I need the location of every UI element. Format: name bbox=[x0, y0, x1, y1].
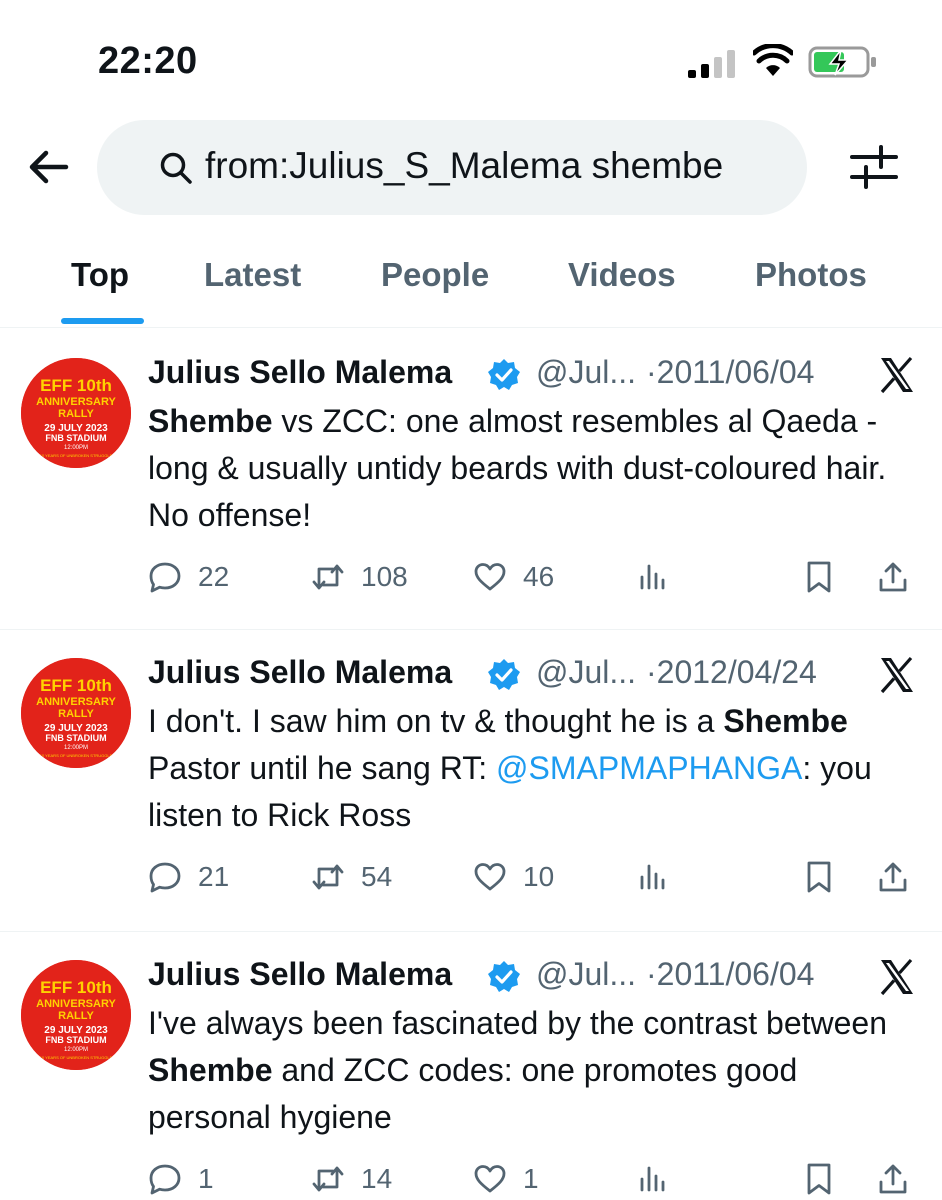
tweet-text-part: Pastor until he sang RT: bbox=[148, 750, 497, 786]
analytics-icon bbox=[640, 864, 665, 890]
share-icon bbox=[879, 1164, 907, 1194]
retweet-count: 14 bbox=[361, 1163, 393, 1194]
share-icon bbox=[879, 562, 907, 592]
avatar-text: ANNIVERSARY bbox=[36, 696, 116, 708]
avatar[interactable]: EFF 10th ANNIVERSARY RALLY 29 JULY 2023 … bbox=[21, 960, 131, 1070]
avatar-text: FNB STADIUM bbox=[45, 433, 106, 443]
tweet-date[interactable]: ·2011/06/04 bbox=[646, 956, 814, 993]
status-bar: 22:20 bbox=[0, 0, 942, 120]
retweet-count: 54 bbox=[361, 861, 393, 892]
heart-icon bbox=[474, 1165, 506, 1193]
avatar-text: EFF 10th bbox=[40, 978, 112, 997]
author-handle[interactable]: @Jul... bbox=[536, 354, 636, 391]
x-logo-icon bbox=[880, 656, 913, 694]
analytics-icon bbox=[640, 564, 665, 590]
tweet-text: I don't. I saw him on tv & thought he is… bbox=[148, 698, 918, 839]
highlight-term: Shembe bbox=[723, 703, 848, 739]
verified-badge-icon bbox=[488, 359, 520, 390]
retweet-icon bbox=[312, 1166, 344, 1192]
tweet-actions: 21 54 10 bbox=[148, 858, 928, 898]
bookmark-icon bbox=[807, 561, 831, 593]
like-count: 10 bbox=[523, 861, 555, 892]
tweet-text-part: I've always been fascinated by the contr… bbox=[148, 1005, 887, 1041]
author-handle[interactable]: @Jul... bbox=[536, 956, 636, 993]
like-count: 1 bbox=[523, 1163, 539, 1194]
avatar-text: 12:00PM bbox=[64, 1047, 88, 1053]
tweet-text: I've always been fascinated by the contr… bbox=[148, 1000, 918, 1141]
wifi-icon bbox=[753, 44, 793, 76]
x-logo-icon bbox=[880, 356, 913, 394]
bookmark-icon bbox=[807, 861, 831, 893]
heart-icon bbox=[474, 563, 506, 591]
author-name[interactable]: Julius Sello Malema bbox=[148, 354, 452, 391]
filter-sliders-icon[interactable] bbox=[848, 142, 900, 192]
tweet-date[interactable]: ·2011/06/04 bbox=[646, 354, 814, 391]
avatar-text: RALLY bbox=[58, 708, 94, 720]
tab-videos[interactable]: Videos bbox=[568, 256, 676, 294]
tweet-header: Julius Sello Malema @Jul... ·2012/04/24 bbox=[148, 654, 928, 698]
tweet-date[interactable]: ·2012/04/24 bbox=[646, 654, 817, 691]
highlight-term: Shembe bbox=[148, 1052, 273, 1088]
like-count: 46 bbox=[523, 561, 555, 592]
bookmark-icon bbox=[807, 1163, 831, 1195]
verified-badge-icon bbox=[488, 659, 520, 690]
tweet-text: Shembe vs ZCC: one almost resembles al Q… bbox=[148, 398, 918, 539]
tweet[interactable]: EFF 10th ANNIVERSARY RALLY 29 JULY 2023 … bbox=[0, 630, 942, 932]
search-tabs: Top Latest People Videos Photos bbox=[0, 240, 942, 328]
reply-count: 1 bbox=[198, 1163, 214, 1194]
avatar[interactable]: EFF 10th ANNIVERSARY RALLY 29 JULY 2023 … bbox=[21, 658, 131, 768]
avatar-text: RALLY bbox=[58, 408, 94, 420]
tweet-actions: 1 14 1 bbox=[148, 1160, 928, 1200]
tab-photos[interactable]: Photos bbox=[755, 256, 867, 294]
reply-icon bbox=[149, 562, 181, 593]
mention-link[interactable]: @SMAPMAPHANGA bbox=[496, 750, 802, 786]
avatar[interactable]: EFF 10th ANNIVERSARY RALLY 29 JULY 2023 … bbox=[21, 358, 131, 468]
retweet-count: 108 bbox=[361, 561, 408, 592]
author-name[interactable]: Julius Sello Malema bbox=[148, 654, 452, 691]
tweet-header: Julius Sello Malema @Jul... ·2011/06/04 bbox=[148, 354, 928, 398]
share-icon bbox=[879, 862, 907, 892]
highlight-term: Shembe bbox=[148, 403, 273, 439]
tweet[interactable]: EFF 10th ANNIVERSARY RALLY 29 JULY 2023 … bbox=[0, 330, 942, 630]
tab-latest[interactable]: Latest bbox=[204, 256, 301, 294]
avatar-text: EFF 10th bbox=[40, 376, 112, 395]
reply-icon bbox=[149, 1164, 181, 1195]
search-query-text[interactable]: from:Julius_S_Malema shembe bbox=[205, 145, 723, 187]
avatar-text: ANNIVERSARY bbox=[36, 396, 116, 408]
tweet-text-part: I don't. I saw him on tv & thought he is… bbox=[148, 703, 724, 739]
reply-count: 22 bbox=[198, 561, 230, 592]
back-arrow-icon[interactable] bbox=[24, 142, 74, 192]
avatar-text: RALLY bbox=[58, 1010, 94, 1022]
heart-icon bbox=[474, 863, 506, 891]
avatar-text: FNB STADIUM bbox=[45, 733, 106, 743]
active-tab-indicator bbox=[61, 318, 144, 324]
tab-top[interactable]: Top bbox=[71, 256, 129, 294]
avatar-text: 10 YEARS OF UNBROKEN STRUGGLE bbox=[40, 753, 113, 758]
reply-count: 21 bbox=[198, 861, 230, 892]
avatar-text: 12:00PM bbox=[64, 445, 88, 451]
avatar-text: 12:00PM bbox=[64, 745, 88, 751]
avatar-text: FNB STADIUM bbox=[45, 1035, 106, 1045]
reply-icon bbox=[149, 862, 181, 893]
tab-people[interactable]: People bbox=[381, 256, 489, 294]
status-time: 22:20 bbox=[98, 40, 198, 82]
tweet-actions: 22 108 46 bbox=[148, 558, 928, 598]
avatar-text: 10 YEARS OF UNBROKEN STRUGGLE bbox=[40, 1055, 113, 1060]
avatar-text: ANNIVERSARY bbox=[36, 998, 116, 1010]
x-logo-icon bbox=[880, 958, 913, 996]
analytics-icon bbox=[640, 1166, 665, 1192]
search-icon bbox=[160, 152, 192, 184]
battery-charging-icon bbox=[808, 46, 876, 78]
tweet-header: Julius Sello Malema @Jul... ·2011/06/04 bbox=[148, 956, 928, 1000]
author-name[interactable]: Julius Sello Malema bbox=[148, 956, 452, 993]
signal-icon bbox=[688, 48, 738, 78]
author-handle[interactable]: @Jul... bbox=[536, 654, 636, 691]
retweet-icon bbox=[312, 564, 344, 590]
retweet-icon bbox=[312, 864, 344, 890]
tweet[interactable]: EFF 10th ANNIVERSARY RALLY 29 JULY 2023 … bbox=[0, 932, 942, 1200]
verified-badge-icon bbox=[488, 961, 520, 992]
avatar-text: 10 YEARS OF UNBROKEN STRUGGLE bbox=[40, 453, 113, 458]
avatar-text: EFF 10th bbox=[40, 676, 112, 695]
